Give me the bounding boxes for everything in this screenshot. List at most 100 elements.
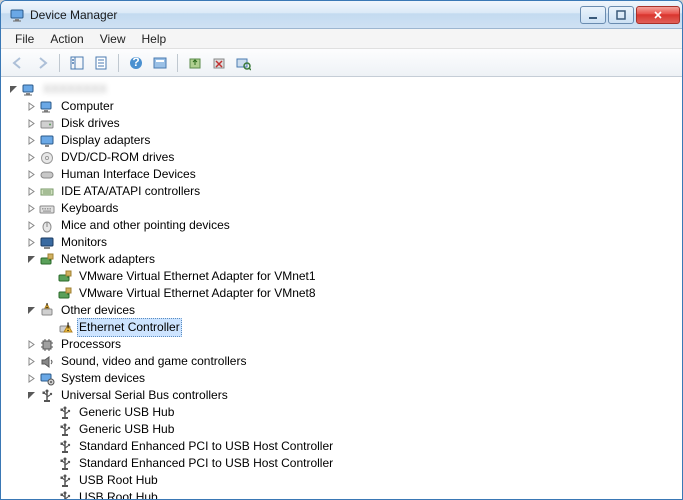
maximize-button[interactable] [608,6,634,24]
menu-view[interactable]: View [92,30,134,48]
expand-icon[interactable] [25,356,37,368]
tree-item[interactable]: Universal Serial Bus controllers [25,387,682,404]
uninstall-icon [211,55,227,71]
tree-item[interactable]: Computer [25,98,682,115]
tree-item-label: DVD/CD-ROM drives [59,149,176,166]
tree-item[interactable]: Other devices [25,302,682,319]
menu-file[interactable]: File [7,30,42,48]
other-warn-icon [57,320,73,336]
tree-item-label: Processors [59,336,123,353]
expand-icon[interactable] [25,373,37,385]
monitor-icon [39,235,55,251]
show-hide-console-tree-button[interactable] [66,52,88,74]
titlebar[interactable]: Device Manager [1,1,682,29]
tree-item[interactable]: DVD/CD-ROM drives [25,149,682,166]
tree-item-label: Sound, video and game controllers [59,353,248,370]
tree-item[interactable]: VMware Virtual Ethernet Adapter for VMne… [43,285,682,302]
expand-icon[interactable] [25,118,37,130]
collapse-icon[interactable] [25,305,37,317]
arrow-left-icon [10,55,26,71]
tree-item[interactable]: Sound, video and game controllers [25,353,682,370]
expand-icon[interactable] [25,169,37,181]
menu-help[interactable]: Help [134,30,175,48]
usb-icon [39,388,55,404]
sound-icon [39,354,55,370]
tree-item[interactable]: Standard Enhanced PCI to USB Host Contro… [43,455,682,472]
tree-item-label: Computer [59,98,116,115]
properties-icon [93,55,109,71]
expand-icon[interactable] [25,220,37,232]
update-driver-button[interactable] [184,52,206,74]
tree-item[interactable]: Display adapters [25,132,682,149]
network-icon [39,252,55,268]
device-manager-window: Device Manager File Action View Help XXX… [0,0,683,500]
tree-item-label: Mice and other pointing devices [59,217,232,234]
tree-item[interactable]: IDE ATA/ATAPI controllers [25,183,682,200]
tree-item-label: Generic USB Hub [77,421,176,438]
properties-button[interactable] [90,52,112,74]
tree-item[interactable]: USB Root Hub [43,489,682,499]
close-button[interactable] [636,6,680,24]
expand-icon[interactable] [25,101,37,113]
usb-icon [57,439,73,455]
window-controls [578,5,680,24]
tree-item[interactable]: Monitors [25,234,682,251]
tree-item[interactable]: Ethernet Controller [43,319,682,336]
tree-item-label: Other devices [59,302,137,319]
tree-item-label: Network adapters [59,251,157,268]
tree-item-label: Generic USB Hub [77,404,176,421]
scan-hardware-icon [235,55,251,71]
tree-item-label: Monitors [59,234,109,251]
computer-icon [39,99,55,115]
keyboard-icon [39,201,55,217]
uninstall-button[interactable] [208,52,230,74]
cpu-icon [39,337,55,353]
tree-item-label: Human Interface Devices [59,166,198,183]
expand-icon[interactable] [25,135,37,147]
dvd-icon [39,150,55,166]
expand-icon[interactable] [25,237,37,249]
window-title: Device Manager [30,8,578,22]
tree-item[interactable]: XXXXXXXX [7,81,682,98]
system-icon [39,371,55,387]
disk-icon [39,116,55,132]
tree-item[interactable]: System devices [25,370,682,387]
expand-icon[interactable] [25,152,37,164]
network-icon [57,286,73,302]
menubar: File Action View Help [1,29,682,49]
arrow-right-icon [34,55,50,71]
expand-icon[interactable] [25,203,37,215]
usb-icon [57,473,73,489]
expand-icon[interactable] [25,339,37,351]
tree-item[interactable]: Human Interface Devices [25,166,682,183]
tree-item[interactable]: Generic USB Hub [43,404,682,421]
tree-item[interactable]: Network adapters [25,251,682,268]
tree-item[interactable]: Generic USB Hub [43,421,682,438]
tree-item[interactable]: Keyboards [25,200,682,217]
expand-icon[interactable] [25,186,37,198]
action-icon [152,55,168,71]
device-tree[interactable]: XXXXXXXXComputerDisk drivesDisplay adapt… [1,77,682,499]
tree-item[interactable]: Standard Enhanced PCI to USB Host Contro… [43,438,682,455]
menu-action[interactable]: Action [42,30,91,48]
collapse-icon[interactable] [7,84,19,96]
tree-item-label: XXXXXXXX [41,81,109,98]
tree-item-label: Universal Serial Bus controllers [59,387,230,404]
action-button[interactable] [149,52,171,74]
collapse-icon[interactable] [25,254,37,266]
console-tree-icon [69,55,85,71]
usb-icon [57,456,73,472]
computer-icon [21,82,37,98]
help-button[interactable] [125,52,147,74]
tree-item[interactable]: VMware Virtual Ethernet Adapter for VMne… [43,268,682,285]
usb-icon [57,405,73,421]
minimize-button[interactable] [580,6,606,24]
tree-item[interactable]: USB Root Hub [43,472,682,489]
collapse-icon[interactable] [25,390,37,402]
scan-hardware-button[interactable] [232,52,254,74]
back-button [7,52,29,74]
tree-item[interactable]: Processors [25,336,682,353]
tree-item[interactable]: Mice and other pointing devices [25,217,682,234]
mouse-icon [39,218,55,234]
tree-item[interactable]: Disk drives [25,115,682,132]
